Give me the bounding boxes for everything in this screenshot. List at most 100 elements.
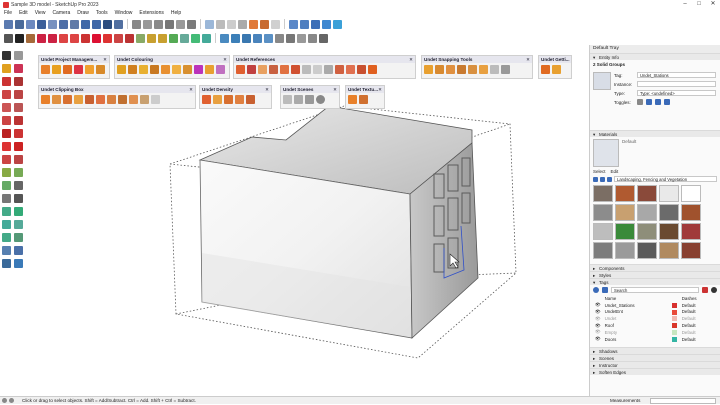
density-medium-icon[interactable] (224, 95, 233, 104)
snap-face-icon[interactable] (479, 65, 488, 74)
menu-help[interactable]: Help (171, 10, 181, 16)
scene-play-icon[interactable] (316, 95, 325, 104)
colour-gradient-icon[interactable] (183, 65, 192, 74)
sandbox-icon[interactable] (220, 33, 229, 43)
scene-update-icon[interactable] (305, 95, 314, 104)
toolbar-close-button[interactable]: ✕ (103, 56, 107, 63)
save-icon[interactable] (26, 19, 35, 29)
line-side-icon[interactable] (2, 77, 11, 86)
clip-hide-icon[interactable] (151, 95, 160, 104)
density-cloud-icon[interactable] (202, 95, 211, 104)
rectangle-icon[interactable] (70, 33, 79, 43)
make-component-icon[interactable] (14, 51, 23, 60)
tags-header[interactable]: Tags (590, 278, 720, 286)
pan-side-icon[interactable] (14, 207, 23, 216)
colour-elevation-icon[interactable] (139, 65, 148, 74)
paint-icon[interactable] (2, 64, 11, 73)
section-display-icon[interactable] (300, 19, 309, 29)
getting-started-icon[interactable] (541, 65, 550, 74)
redo-icon[interactable] (92, 19, 101, 29)
styles-header[interactable]: Styles (590, 271, 720, 279)
ref-rotate-icon[interactable] (346, 65, 355, 74)
clip-box-icon[interactable] (41, 95, 50, 104)
toolbar-close-button[interactable]: ✕ (223, 56, 227, 63)
warehouse-icon[interactable] (333, 19, 342, 29)
material-swatch[interactable] (659, 242, 679, 259)
push-pull-icon[interactable] (81, 33, 90, 43)
tag-color-swatch[interactable] (671, 330, 677, 336)
paste-icon[interactable] (59, 19, 68, 29)
shadows-icon[interactable] (308, 33, 317, 43)
entity-info-header[interactable]: Entity Info (590, 53, 720, 61)
menu-edit[interactable]: Edit (19, 10, 28, 16)
tag-options-icon[interactable] (711, 287, 717, 293)
copy-icon[interactable] (48, 19, 57, 29)
material-swatch[interactable] (615, 185, 635, 202)
clip-edit-icon[interactable] (52, 95, 61, 104)
ref-hide-icon[interactable] (302, 65, 311, 74)
soften-edges-header[interactable]: Soften Edges (590, 368, 720, 376)
measurements-input[interactable] (650, 398, 716, 404)
snap-edge-icon[interactable] (468, 65, 477, 74)
eraser-icon[interactable] (26, 33, 35, 43)
xray-icon[interactable] (205, 19, 214, 29)
rotate-side-icon[interactable] (2, 142, 11, 151)
pan-icon[interactable] (180, 33, 189, 43)
top-view-icon[interactable] (143, 19, 152, 29)
zoom-extents-side-icon[interactable] (2, 233, 11, 242)
table-row[interactable]: 👁 Undet Default (593, 315, 717, 322)
ref-add-icon[interactable] (236, 65, 245, 74)
ref-box-icon[interactable] (280, 65, 289, 74)
back-view-icon[interactable] (176, 19, 185, 29)
clip-top-icon[interactable] (74, 95, 83, 104)
follow-me-icon[interactable] (14, 142, 23, 151)
front-view-icon[interactable] (154, 19, 163, 29)
menu-extensions[interactable]: Extensions (139, 10, 163, 16)
table-row[interactable]: 👁 Roof Default (593, 322, 717, 329)
rotated-rect-icon[interactable] (14, 90, 23, 99)
add-tag-icon[interactable] (593, 287, 599, 293)
material-swatch[interactable] (681, 185, 701, 202)
colour-palette-icon[interactable] (194, 65, 203, 74)
density-high-icon[interactable] (235, 95, 244, 104)
colour-normal-icon[interactable] (150, 65, 159, 74)
scenes-header[interactable]: Scenes (590, 354, 720, 362)
axes-icon[interactable] (2, 194, 11, 203)
materials-header[interactable]: Materials (590, 130, 720, 138)
print-icon[interactable] (103, 19, 112, 29)
clip-right-icon[interactable] (107, 95, 116, 104)
section-fill-icon[interactable] (322, 19, 331, 29)
eraser-side-icon[interactable] (14, 64, 23, 73)
toolbar-close-button[interactable]: ✕ (189, 86, 193, 93)
scene-prev-icon[interactable] (283, 95, 292, 104)
back-arrow-icon[interactable] (593, 176, 598, 182)
line-icon[interactable] (37, 33, 46, 43)
clip-bottom-icon[interactable] (85, 95, 94, 104)
snap-point-icon[interactable] (424, 65, 433, 74)
zoom-side-icon[interactable] (2, 220, 11, 229)
table-row[interactable]: 👁 Empty Default (593, 329, 717, 336)
shaded-icon[interactable] (249, 19, 258, 29)
open-file-icon[interactable] (15, 19, 24, 29)
instructor-header[interactable]: Instructor (590, 361, 720, 369)
material-swatch[interactable] (637, 242, 657, 259)
hidden-line-icon[interactable] (238, 19, 247, 29)
ref-lock-icon[interactable] (324, 65, 333, 74)
monochrome-icon[interactable] (271, 19, 280, 29)
undet-settings-icon[interactable] (96, 65, 105, 74)
pie-icon[interactable] (14, 116, 23, 125)
shadows-header[interactable]: Shadows (590, 347, 720, 355)
tag-color-swatch[interactable] (671, 316, 677, 322)
menu-draw[interactable]: Draw (77, 10, 89, 16)
scale-side-icon[interactable] (2, 155, 11, 164)
tag-color-swatch[interactable] (671, 302, 677, 308)
select-arrow-icon[interactable] (15, 33, 24, 43)
ref-cube-icon[interactable] (291, 65, 300, 74)
3d-text-icon[interactable] (14, 194, 23, 203)
arc-side-icon[interactable] (2, 116, 11, 125)
material-swatch[interactable] (615, 242, 635, 259)
undet-delete-icon[interactable] (74, 65, 83, 74)
maximize-button[interactable]: □ (692, 0, 706, 9)
text-icon[interactable] (147, 33, 156, 43)
move-side-icon[interactable] (2, 129, 11, 138)
